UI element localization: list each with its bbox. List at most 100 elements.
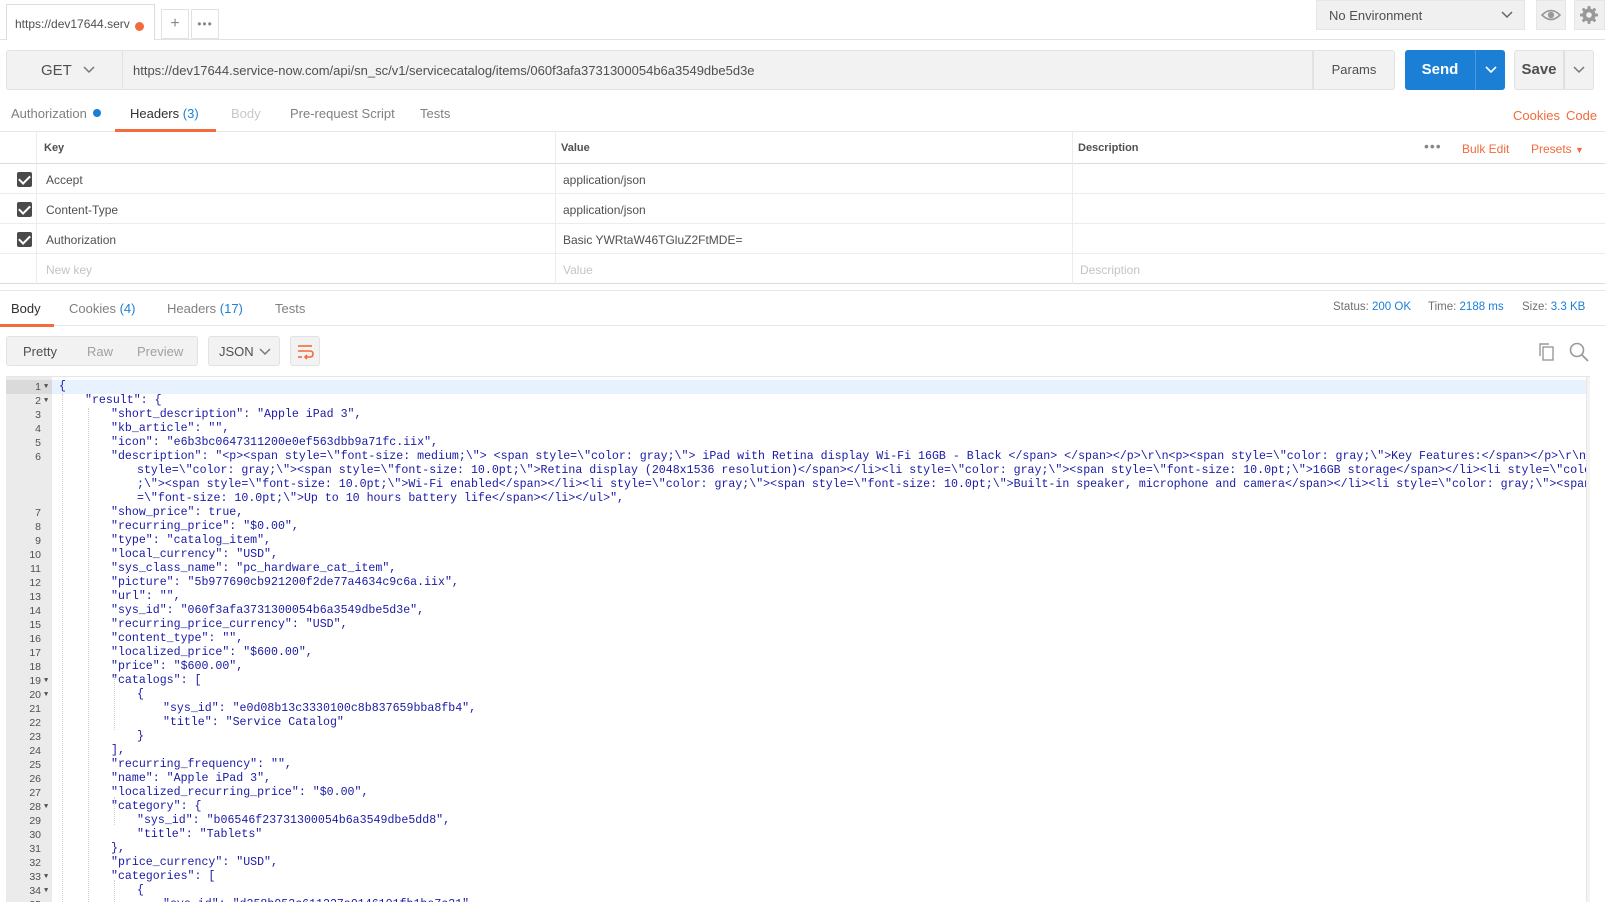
line-number: 5 [35,437,41,449]
line-number: 6 [35,451,41,463]
code-line: 22 "title": "Service Catalog" [6,716,1590,730]
pretty-button[interactable]: Pretty [23,344,57,359]
new-value-input[interactable]: Value [563,254,593,283]
header-row: Accept application/json [0,164,1605,194]
line-number: 33 [29,871,41,883]
presets-dropdown[interactable]: Presets ▼ [1531,132,1584,163]
header-row-checkbox[interactable] [17,172,32,187]
line-number: 31 [29,843,41,855]
bulk-edit-link[interactable]: Bulk Edit [1462,132,1509,163]
url-input[interactable] [123,50,1313,90]
header-key[interactable]: Content-Type [46,194,118,223]
header-row: Authorization Basic YWRtaW46TGluZ2FtMDE= [0,224,1605,254]
raw-button[interactable]: Raw [87,344,113,359]
code-text: } [137,730,144,743]
code-line: 31}, [6,842,1590,856]
tab-more-button[interactable]: ••• [191,9,219,39]
request-tabs: Authorization Headers (3) Body Pre-reque… [0,96,1605,132]
tab-authorization[interactable]: Authorization [11,106,101,121]
code-text: "name": "Apple iPad 3", [111,772,272,785]
size-label: Size: [1522,301,1548,313]
code-line: =\"font-size: 10.0pt;\">Up to 10 hours b… [6,492,1590,506]
line-number: 20 [29,689,41,701]
header-key[interactable]: Accept [46,164,83,193]
code-line: 28 ▼ "category": { [6,800,1590,814]
code-text: "localized_recurring_price": "$0.00", [111,786,369,799]
save-options-button[interactable] [1564,50,1594,90]
code-text: "type": "catalog_item", [111,534,272,547]
code-line: 12 "picture": "5b977690cb921200f2de77a463… [6,576,1590,590]
fold-toggle-icon[interactable]: ▼ [44,380,48,394]
tab-body[interactable]: Body [231,106,261,121]
new-description-input[interactable]: Description [1080,254,1140,283]
code-line: 8 "recurring_price": "$0.00", [6,520,1590,534]
code-text: style=\"color: gray;\"><span style=\"fon… [137,464,1590,477]
header-value[interactable]: application/json [563,194,646,223]
format-select[interactable]: JSON [208,336,280,366]
tab-response-headers[interactable]: Headers (17) [167,301,243,316]
code-text: "result": { [85,394,162,407]
save-button[interactable]: Save [1514,50,1564,90]
header-key[interactable]: Authorization [46,224,116,253]
fold-toggle-icon[interactable]: ▼ [44,674,48,688]
search-icon[interactable] [1568,341,1590,366]
code-line: 1 ▼ { [6,380,1590,394]
code-text: "show_price": true, [111,506,244,519]
fold-toggle-icon[interactable]: ▼ [44,688,48,702]
table-divider [36,132,37,284]
header-value[interactable]: application/json [563,164,646,193]
editor-scrollbar[interactable] [1586,377,1590,902]
new-tab-button[interactable]: + [161,9,189,39]
tab-authorization-label: Authorization [11,106,87,121]
fold-toggle-icon[interactable]: ▼ [44,800,48,814]
send-options-button[interactable] [1475,50,1505,90]
header-row-checkbox[interactable] [17,202,32,217]
line-number: 10 [29,549,41,561]
line-number: 35 [6,898,41,902]
code-link[interactable]: Code [1566,108,1597,123]
send-button[interactable]: Send [1405,50,1475,90]
wrap-lines-icon [298,345,314,360]
line-number: 27 [29,787,41,799]
auth-indicator-dot-icon [92,109,101,117]
size-value: 3.3 KB [1550,301,1586,313]
code-text: "recurring_frequency": "", [111,758,292,771]
line-number: 25 [29,759,41,771]
fold-toggle-icon[interactable]: ▼ [44,870,48,884]
preview-button[interactable]: Preview [137,344,183,359]
code-text: "price": "$600.00", [111,660,244,673]
environment-quick-look-button[interactable] [1536,0,1566,30]
code-text: { [137,688,144,701]
environment-settings-button[interactable] [1574,0,1605,30]
new-key-input[interactable]: New key [46,254,92,283]
tab-response-tests[interactable]: Tests [275,301,305,316]
more-options-icon[interactable]: ••• [1424,138,1442,154]
request-tab[interactable]: https://dev17644.serv [6,4,155,40]
tab-tests[interactable]: Tests [420,106,450,121]
view-mode-group: Pretty Raw Preview [6,336,198,366]
tab-prerequest-script[interactable]: Pre-request Script [290,106,395,121]
tab-response-body[interactable]: Body [11,301,41,316]
code-line: 23} [6,730,1590,744]
line-number: 32 [29,857,41,869]
code-text: "icon": "e6b3bc0647311200e0ef563dbb9a71f… [111,436,438,449]
code-text: }, [111,842,125,855]
header-value[interactable]: Basic YWRtaW46TGluZ2FtMDE= [563,224,742,253]
header-row-checkbox[interactable] [17,232,32,247]
wrap-lines-button[interactable] [290,336,320,366]
fold-toggle-icon[interactable]: ▼ [44,884,48,898]
tab-headers[interactable]: Headers (3) [130,106,199,121]
cookies-link[interactable]: Cookies [1513,108,1560,123]
copy-icon[interactable] [1537,342,1557,365]
environment-select[interactable]: No Environment [1316,0,1525,30]
method-select[interactable]: GET [6,50,123,90]
tab-response-cookies[interactable]: Cookies (4) [69,301,135,316]
code-line: 29 "sys_id": "b06546f23731300054b6a3549db… [6,814,1590,828]
params-button[interactable]: Params [1313,50,1395,90]
code-line: 30 "title": "Tablets" [6,828,1590,842]
code-text: "sys_id": "060f3afa3731300054b6a3549dbe5… [111,604,425,617]
fold-toggle-icon[interactable]: ▼ [44,394,48,408]
tab-headers-count: (3) [182,106,199,121]
code-text: "title": "Tablets" [137,828,263,841]
response-body-editor[interactable]: 1 ▼{2 ▼ "result": {3 "short_description": "A… [6,376,1590,902]
